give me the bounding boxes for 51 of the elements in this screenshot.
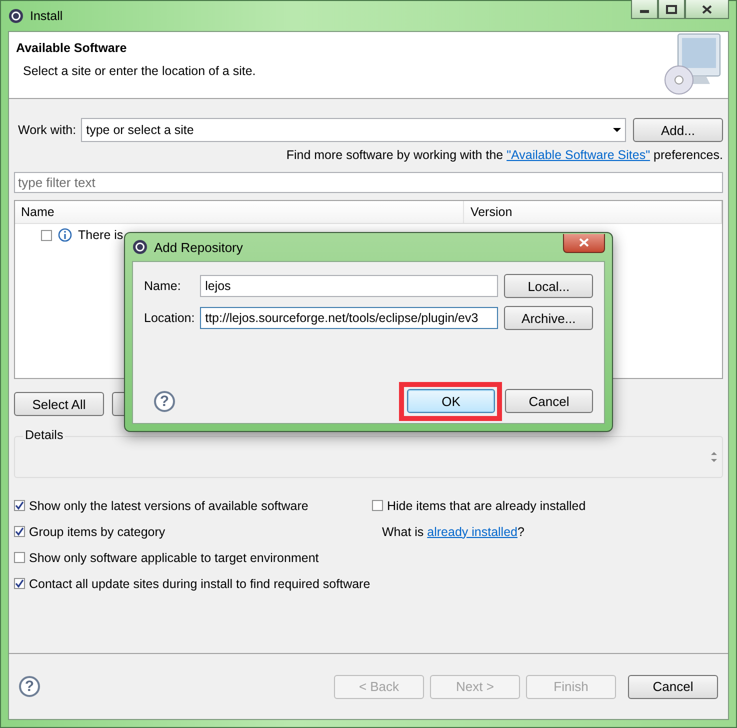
spinner-icon [710, 451, 718, 463]
option-label: Show only the latest versions of available software [29, 498, 308, 512]
checkbox[interactable] [14, 552, 25, 563]
checkbox[interactable] [41, 230, 52, 240]
option-label: Show only software applicable to target environment [29, 550, 319, 564]
maximize-icon [666, 4, 677, 14]
dialog-button[interactable]: Cancel [505, 389, 593, 413]
column-header[interactable]: Name [15, 201, 464, 223]
help-icon[interactable]: ? [154, 390, 175, 412]
caret-icon [613, 128, 621, 132]
browse-button[interactable]: Local... [504, 274, 594, 298]
option-label: Group items by category [29, 524, 166, 538]
sites-link[interactable]: "Available Software Sites" [506, 148, 650, 162]
field-label: Name: [144, 279, 182, 293]
checkbox[interactable] [14, 578, 25, 589]
app-icon [8, 8, 24, 24]
page-description: Select a site or enter the location of a site. [23, 64, 257, 78]
wizard-button[interactable]: Cancel [628, 674, 718, 698]
close-button[interactable] [563, 234, 605, 252]
close-button[interactable] [685, 0, 729, 19]
checkbox[interactable] [14, 500, 25, 511]
close-icon [579, 238, 589, 247]
input-field[interactable]: lejos [200, 275, 498, 297]
minimize-button[interactable] [631, 0, 658, 19]
field-label: Work with: [17, 123, 78, 137]
group-label: Details [23, 428, 66, 442]
app-icon [132, 239, 148, 255]
dialog-button[interactable]: OK [407, 389, 495, 413]
checkbox[interactable] [372, 500, 383, 511]
sites-note: Find more software by working with the "Available Software Sites" preferences. [286, 148, 723, 162]
filter-field[interactable]: type filter text [14, 172, 723, 193]
info-icon [58, 228, 72, 242]
column-header[interactable]: Version [464, 201, 722, 223]
window-title: Install [30, 9, 64, 23]
add-button[interactable]: Add... [633, 118, 723, 142]
option-label: Contact all update sites during install to find required software [29, 576, 370, 590]
input-field[interactable]: ttp://lejos.sourceforge.net/tools/eclipse/plugin/ev3 [200, 307, 498, 329]
site-combo[interactable]: type or select a site [81, 118, 626, 142]
installed-link[interactable]: already installed [427, 524, 518, 538]
checkbox[interactable] [14, 526, 25, 537]
table-cell: There is [78, 228, 124, 242]
option-label: Hide items that are already installed [387, 498, 586, 512]
page-title: Available Software [16, 41, 128, 55]
close-icon [702, 4, 712, 14]
field-label: Location: [144, 311, 196, 325]
browse-button[interactable]: Archive... [504, 306, 594, 330]
help-icon[interactable]: ? [19, 676, 40, 697]
dialog-title: Add Repository [154, 240, 244, 254]
installed-note: What is already installed? [382, 524, 524, 538]
select-all-button[interactable]: Select All [14, 392, 104, 416]
maximize-button[interactable] [658, 0, 685, 19]
